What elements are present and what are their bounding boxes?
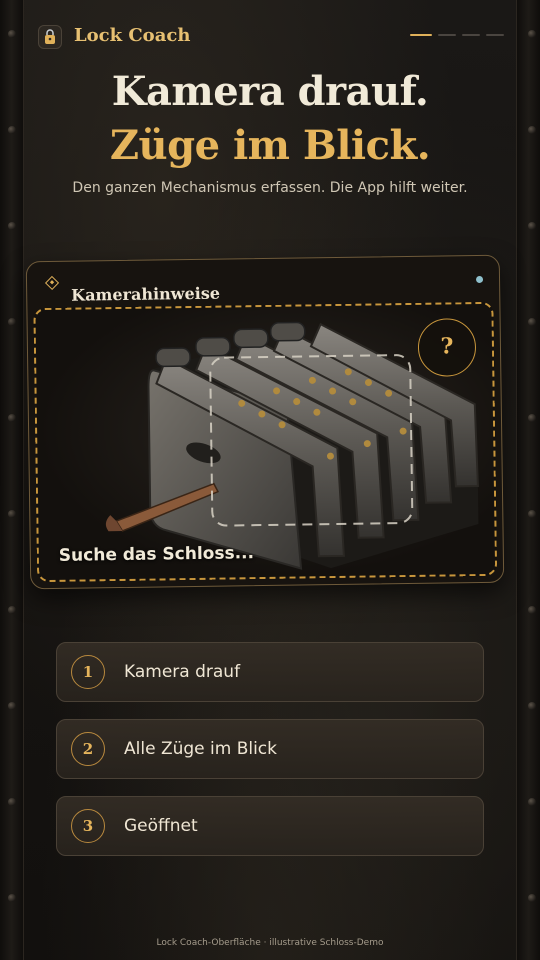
rivet (528, 894, 536, 902)
rivet (528, 798, 536, 806)
progress-dash (410, 34, 432, 36)
step-label: Alle Züge im Blick (124, 739, 277, 759)
rivet (8, 510, 16, 518)
hero-title-line1: Kamera drauf. (111, 68, 429, 115)
progress-dash (462, 34, 480, 36)
rivet (8, 606, 16, 614)
step-item-3[interactable]: 3 Geöffnet (56, 796, 484, 856)
rivet (8, 30, 16, 38)
step-progress-indicator (410, 34, 504, 36)
diamond-icon (44, 275, 60, 291)
rivet (8, 414, 16, 422)
rivet (8, 798, 16, 806)
camera-card-header: Kamerahinweise (27, 256, 500, 309)
rivet (8, 702, 16, 710)
rivet (528, 702, 536, 710)
step-item-1[interactable]: 1 Kamera drauf (56, 642, 484, 702)
rivet (528, 318, 536, 326)
rivet (8, 318, 16, 326)
rivet (528, 222, 536, 230)
hero-title-line2: Züge im Blick. (109, 122, 431, 169)
camera-status-text: Suche das Schloss... (58, 543, 255, 566)
camera-card-title: Kamerahinweise (71, 283, 221, 305)
step-number-badge: 1 (71, 655, 105, 689)
lock-icon (38, 25, 62, 49)
footer-caption: Lock Coach-Oberfläche · illustrative Sch… (156, 938, 384, 948)
top-bar: Lock Coach (38, 22, 504, 52)
rivet (528, 510, 536, 518)
app-name: Lock Coach (74, 25, 191, 46)
rivet (528, 414, 536, 422)
rivet (8, 222, 16, 230)
rivet (8, 894, 16, 902)
rivet (528, 606, 536, 614)
live-indicator-dot (475, 275, 484, 284)
step-item-2[interactable]: 2 Alle Züge im Blick (56, 719, 484, 779)
progress-dash (438, 34, 456, 36)
step-label: Geöffnet (124, 816, 198, 836)
step-number-badge: 2 (71, 732, 105, 766)
rivet (528, 30, 536, 38)
camera-viewfinder[interactable]: ? Suche das Schloss... (33, 301, 498, 583)
progress-dash (486, 34, 504, 36)
step-number-badge: 3 (71, 809, 105, 843)
step-label: Kamera drauf (124, 662, 241, 682)
camera-hints-card: Kamerahinweise ? Suche das Schloss... (25, 254, 505, 590)
hero-subtitle: Den ganzen Mechanismus erfassen. Die App… (72, 180, 468, 196)
